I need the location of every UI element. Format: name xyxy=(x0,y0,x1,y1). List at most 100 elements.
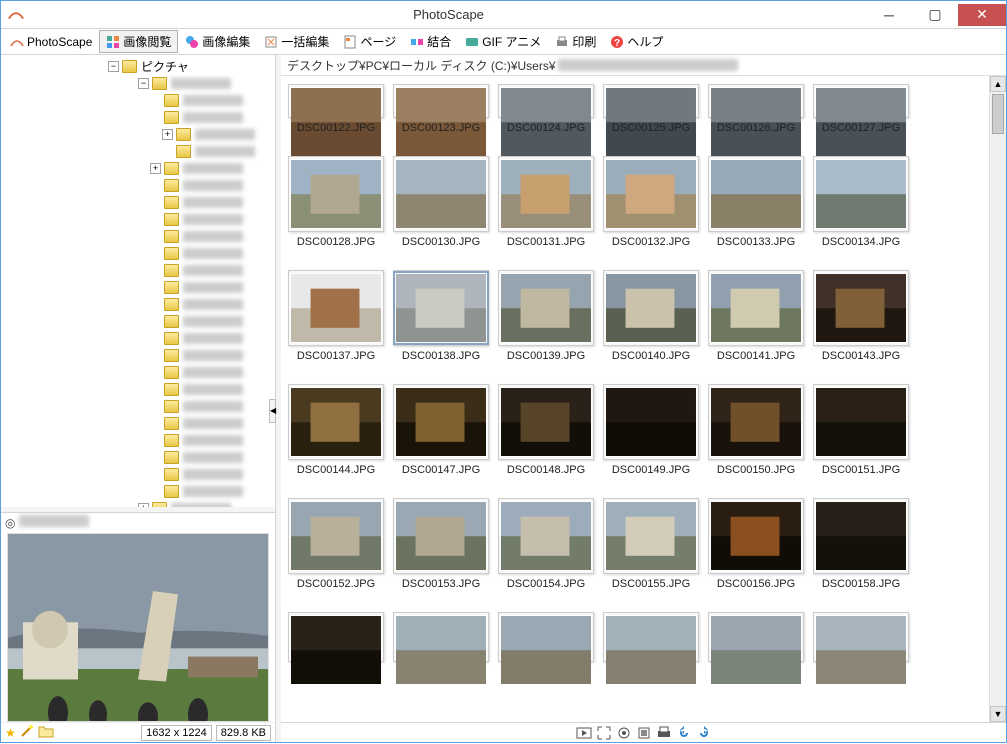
close-button[interactable]: ✕ xyxy=(958,4,1006,26)
thumbnail-item[interactable]: DSC00158.JPG xyxy=(812,498,910,590)
thumbnail-item[interactable]: DSC00155.JPG xyxy=(602,498,700,590)
tree-folder-item[interactable] xyxy=(4,330,272,347)
thumbnail-item[interactable]: DSC00139.JPG xyxy=(497,270,595,362)
tree-folder-item[interactable] xyxy=(4,398,272,415)
thumbnail-item[interactable] xyxy=(287,612,385,662)
tree-folder-item[interactable] xyxy=(4,228,272,245)
tree-folder-item[interactable] xyxy=(4,194,272,211)
thumbnail-item[interactable]: DSC00138.JPG xyxy=(392,270,490,362)
tab-editor[interactable]: 画像編集 xyxy=(178,30,257,53)
tree-expand-icon[interactable]: + xyxy=(138,503,149,507)
star-icon[interactable]: ★ xyxy=(5,726,16,740)
thumbnail-item[interactable]: DSC00134.JPG xyxy=(812,156,910,248)
thumbnail-item[interactable]: DSC00149.JPG xyxy=(602,384,700,476)
thumbnail-item[interactable] xyxy=(602,612,700,662)
thumbnail-item[interactable]: DSC00148.JPG xyxy=(497,384,595,476)
tree-folder-item[interactable] xyxy=(4,432,272,449)
thumbnail-item[interactable]: DSC00127.JPG xyxy=(812,84,910,134)
tree-folder-item[interactable] xyxy=(4,92,272,109)
tree-expand-icon[interactable]: + xyxy=(150,163,161,174)
tree-folder-item[interactable] xyxy=(4,347,272,364)
print-icon[interactable] xyxy=(656,725,672,741)
scroll-up-icon[interactable]: ▲ xyxy=(990,76,1006,92)
folder-open-icon[interactable] xyxy=(38,724,54,741)
actual-size-icon[interactable] xyxy=(636,725,652,741)
tree-folder-item[interactable] xyxy=(4,364,272,381)
tab-gif[interactable]: GIF アニメ xyxy=(458,30,548,53)
thumbnail-label: DSC00141.JPG xyxy=(717,350,795,362)
thumbnail-item[interactable]: DSC00126.JPG xyxy=(707,84,805,134)
tab-page[interactable]: ページ xyxy=(336,30,403,53)
scroll-down-icon[interactable]: ▼ xyxy=(990,706,1006,722)
tree-expand-icon[interactable]: − xyxy=(108,61,119,72)
thumbnail-item[interactable]: DSC00156.JPG xyxy=(707,498,805,590)
tab-combine[interactable]: 結合 xyxy=(403,30,458,53)
thumbnail-item[interactable]: DSC00144.JPG xyxy=(287,384,385,476)
tree-folder-item[interactable] xyxy=(4,466,272,483)
thumbnail-item[interactable]: DSC00132.JPG xyxy=(602,156,700,248)
fullscreen-icon[interactable] xyxy=(596,725,612,741)
thumbnail-item[interactable] xyxy=(392,612,490,662)
thumbnail-item[interactable]: DSC00137.JPG xyxy=(287,270,385,362)
tree-folder-item[interactable] xyxy=(4,177,272,194)
thumbnail-item[interactable]: DSC00151.JPG xyxy=(812,384,910,476)
thumbnail-item[interactable]: DSC00150.JPG xyxy=(707,384,805,476)
tree-folder-item[interactable] xyxy=(4,279,272,296)
scrollbar-thumb[interactable] xyxy=(992,94,1004,134)
thumbnail-item[interactable] xyxy=(497,612,595,662)
tree-folder-item[interactable] xyxy=(4,415,272,432)
thumbnail-item[interactable] xyxy=(707,612,805,662)
rotate-left-icon[interactable] xyxy=(676,725,692,741)
tree-folder-item[interactable]: − xyxy=(4,75,272,92)
thumbnail-item[interactable]: DSC00143.JPG xyxy=(812,270,910,362)
tree-folder-item[interactable] xyxy=(4,296,272,313)
thumbnail-item[interactable]: DSC00130.JPG xyxy=(392,156,490,248)
preview-image[interactable] xyxy=(7,533,269,722)
thumbnail-item[interactable]: DSC00140.JPG xyxy=(602,270,700,362)
thumbnail-item[interactable]: DSC00122.JPG xyxy=(287,84,385,134)
tree-folder-item[interactable] xyxy=(4,211,272,228)
wand-icon[interactable] xyxy=(20,724,34,741)
tree-folder-item[interactable] xyxy=(4,262,272,279)
fit-icon[interactable] xyxy=(616,725,632,741)
tree-folder-item[interactable] xyxy=(4,109,272,126)
tab-viewer[interactable]: 画像閲覧 xyxy=(99,30,178,53)
tab-batch[interactable]: 一括編集 xyxy=(257,30,336,53)
tree-folder-item[interactable] xyxy=(4,143,272,160)
thumbnail-label: DSC00158.JPG xyxy=(822,578,900,590)
thumbnail-item[interactable]: DSC00125.JPG xyxy=(602,84,700,134)
tab-print[interactable]: 印刷 xyxy=(548,30,603,53)
folder-tree[interactable]: − ピクチャ −+++ xyxy=(1,55,275,507)
slideshow-icon[interactable] xyxy=(576,725,592,741)
tab-help[interactable]: ?ヘルプ xyxy=(603,30,670,53)
thumbnail-image xyxy=(710,615,802,659)
tree-folder-item[interactable]: + xyxy=(4,500,272,507)
thumbnail-item[interactable]: DSC00152.JPG xyxy=(287,498,385,590)
tree-folder-item[interactable] xyxy=(4,245,272,262)
tree-folder-item[interactable]: + xyxy=(4,126,272,143)
thumbnail-item[interactable]: DSC00141.JPG xyxy=(707,270,805,362)
tree-folder-item[interactable] xyxy=(4,313,272,330)
tree-folder-item[interactable] xyxy=(4,449,272,466)
tree-folder-item[interactable]: + xyxy=(4,160,272,177)
breadcrumb[interactable]: デスクトップ¥PC¥ローカル ディスク (C:)¥Users¥ xyxy=(281,55,1006,76)
thumbnail-item[interactable] xyxy=(812,612,910,662)
thumbnail-item[interactable]: DSC00128.JPG xyxy=(287,156,385,248)
thumbnail-item[interactable]: DSC00124.JPG xyxy=(497,84,595,134)
tree-expand-icon[interactable]: + xyxy=(162,129,173,140)
maximize-button[interactable]: ▢ xyxy=(912,4,958,26)
thumbnail-item[interactable]: DSC00133.JPG xyxy=(707,156,805,248)
thumbnail-item[interactable]: DSC00147.JPG xyxy=(392,384,490,476)
tree-expand-icon[interactable]: − xyxy=(138,78,149,89)
thumbnail-item[interactable]: DSC00153.JPG xyxy=(392,498,490,590)
minimize-button[interactable]: ─ xyxy=(866,4,912,26)
rotate-right-icon[interactable] xyxy=(696,725,712,741)
scrollbar[interactable]: ▲ ▼ xyxy=(989,76,1006,722)
thumbnail-item[interactable]: DSC00123.JPG xyxy=(392,84,490,134)
thumbnail-item[interactable]: DSC00131.JPG xyxy=(497,156,595,248)
splitter-collapse-icon[interactable]: ◀ xyxy=(269,399,276,423)
thumbnail-item[interactable]: DSC00154.JPG xyxy=(497,498,595,590)
tree-folder-item[interactable] xyxy=(4,381,272,398)
tree-folder-item[interactable] xyxy=(4,483,272,500)
tab-photoscape[interactable]: PhotoScape xyxy=(3,32,99,52)
